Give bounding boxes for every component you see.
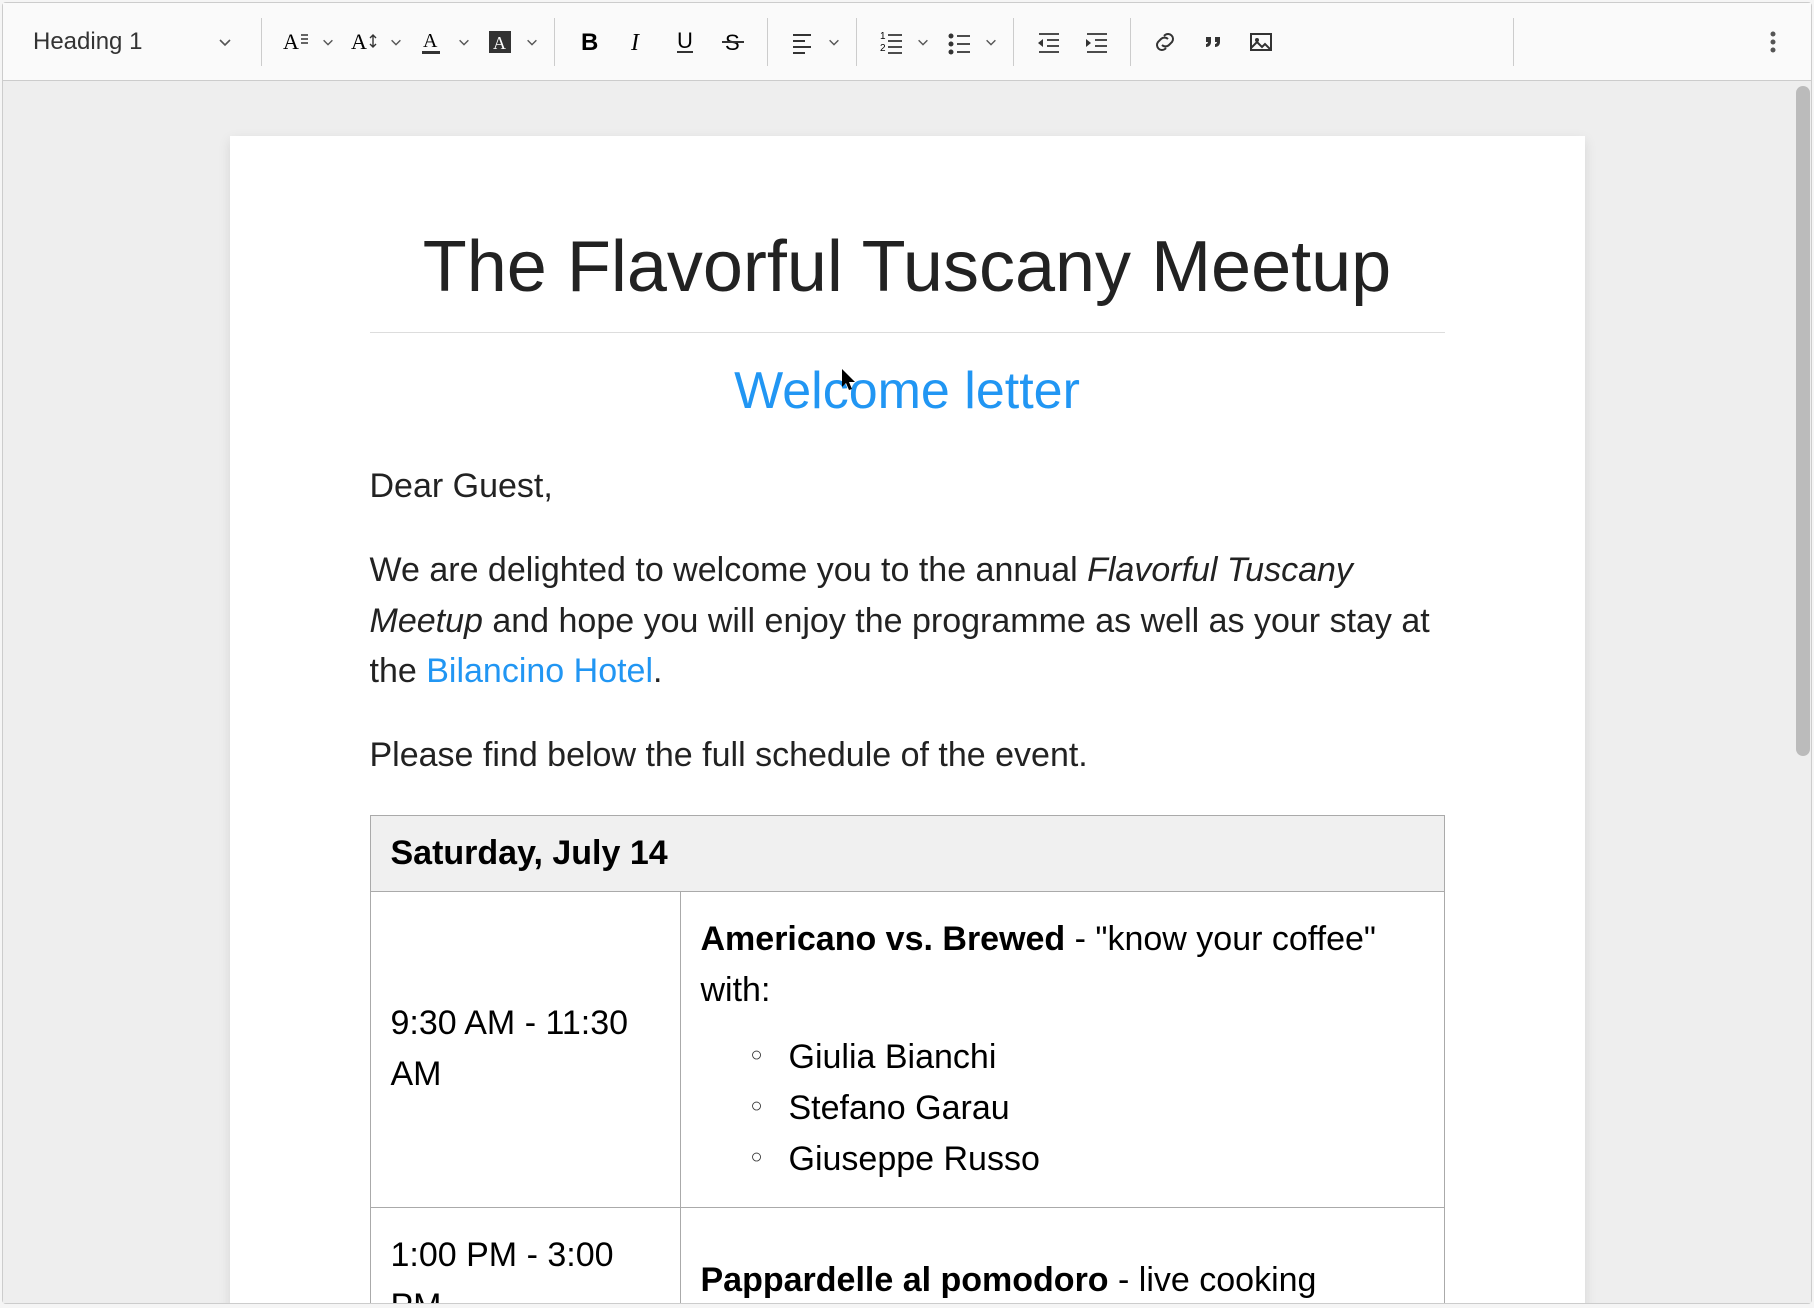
separator [1013, 18, 1014, 66]
chevron-down-icon [215, 32, 235, 52]
scrollbar-track[interactable] [1794, 86, 1810, 1302]
svg-text:A: A [283, 29, 299, 54]
link-button[interactable] [1143, 20, 1187, 64]
more-options-button[interactable] [1751, 20, 1795, 64]
svg-text:I: I [630, 30, 640, 55]
schedule-intro[interactable]: Please find below the full schedule of t… [370, 730, 1445, 780]
document-subtitle[interactable]: Welcome letter [370, 361, 1445, 421]
chevron-down-icon[interactable] [318, 32, 338, 52]
image-button[interactable] [1239, 20, 1283, 64]
outdent-button[interactable] [1026, 20, 1070, 64]
table-row[interactable]: 9:30 AM - 11:30 AM Americano vs. Brewed … [370, 891, 1444, 1207]
background-color-button[interactable]: A [478, 20, 522, 64]
session-subtitle: - live cooking [1109, 1261, 1317, 1299]
subtitle-text: Welcome letter [734, 362, 1080, 420]
intro-paragraph[interactable]: We are delighted to welcome you to the a… [370, 545, 1445, 696]
separator [1513, 18, 1514, 66]
svg-text:2: 2 [880, 43, 886, 54]
svg-text:A: A [351, 29, 367, 54]
list-item[interactable]: Stefano Garau [751, 1083, 1424, 1134]
session-cell[interactable]: Pappardelle al pomodoro - live cooking [680, 1207, 1444, 1303]
svg-text:1: 1 [880, 31, 886, 42]
separator [554, 18, 555, 66]
intro-text-1: We are delighted to welcome you to the a… [370, 551, 1088, 589]
table-row[interactable]: 1:00 PM - 3:00 PM Pappardelle al pomodor… [370, 1207, 1444, 1303]
svg-text:U: U [677, 29, 693, 53]
chevron-down-icon[interactable] [454, 32, 474, 52]
speaker-list: Giulia Bianchi Stefano Garau Giuseppe Ru… [701, 1032, 1424, 1185]
document-page[interactable]: The Flavorful Tuscany Meetup Welcome let… [230, 136, 1585, 1303]
svg-text:A: A [493, 33, 506, 53]
chevron-down-icon[interactable] [824, 32, 844, 52]
list-item[interactable]: Giulia Bianchi [751, 1032, 1424, 1083]
numbered-list-button[interactable]: 12 [869, 20, 913, 64]
scrollbar-thumb[interactable] [1796, 86, 1810, 756]
italic-button[interactable]: I [615, 20, 659, 64]
document-title[interactable]: The Flavorful Tuscany Meetup [370, 226, 1445, 333]
blockquote-button[interactable] [1191, 20, 1235, 64]
table-header[interactable]: Saturday, July 14 [370, 815, 1444, 891]
separator [1130, 18, 1131, 66]
indent-button[interactable] [1074, 20, 1118, 64]
chevron-down-icon[interactable] [913, 32, 933, 52]
bold-button[interactable]: B [567, 20, 611, 64]
editor-container: Heading 1 A A A [2, 2, 1812, 1304]
cursor-icon [840, 367, 858, 393]
session-title: Americano vs. Brewed [701, 920, 1066, 958]
session-cell[interactable]: Americano vs. Brewed - "know your coffee… [680, 891, 1444, 1207]
chevron-down-icon[interactable] [981, 32, 1001, 52]
svg-text:A: A [423, 30, 438, 52]
font-color-button[interactable]: A [410, 20, 454, 64]
time-cell[interactable]: 9:30 AM - 11:30 AM [370, 891, 680, 1207]
chevron-down-icon[interactable] [522, 32, 542, 52]
intro-text-3: . [653, 652, 662, 690]
alignment-button[interactable] [780, 20, 824, 64]
session-title: Pappardelle al pomodoro [701, 1261, 1109, 1299]
strikethrough-button[interactable]: S [711, 20, 755, 64]
separator [261, 18, 262, 66]
hotel-link[interactable]: Bilancino Hotel [426, 652, 653, 690]
heading-dropdown[interactable]: Heading 1 [19, 20, 249, 64]
toolbar: Heading 1 A A A [3, 3, 1811, 81]
separator [856, 18, 857, 66]
schedule-table[interactable]: Saturday, July 14 9:30 AM - 11:30 AM Ame… [370, 815, 1445, 1303]
chevron-down-icon[interactable] [386, 32, 406, 52]
time-cell[interactable]: 1:00 PM - 3:00 PM [370, 1207, 680, 1303]
font-size-button[interactable]: A [342, 20, 386, 64]
editor-body[interactable]: The Flavorful Tuscany Meetup Welcome let… [3, 81, 1811, 1303]
separator [767, 18, 768, 66]
greeting[interactable]: Dear Guest, [370, 461, 1445, 511]
svg-text:B: B [581, 29, 598, 55]
bulleted-list-button[interactable] [937, 20, 981, 64]
font-family-button[interactable]: A [274, 20, 318, 64]
list-item[interactable]: Giuseppe Russo [751, 1134, 1424, 1185]
heading-dropdown-label: Heading 1 [33, 28, 142, 56]
underline-button[interactable]: U [663, 20, 707, 64]
